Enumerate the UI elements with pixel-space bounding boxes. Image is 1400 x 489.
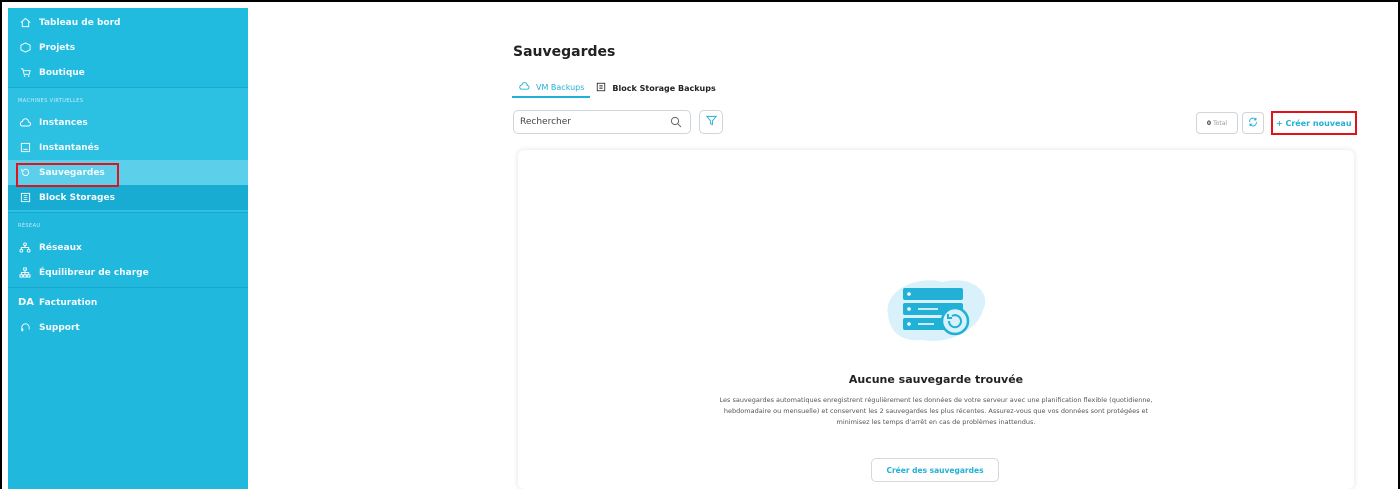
search-icon[interactable] (670, 116, 682, 131)
sidebar-top-group: Tableau de bord Projets Boutique (8, 8, 248, 87)
sidebar-item-block-storages[interactable]: Block Storages (8, 185, 248, 210)
load-balancer-icon (18, 266, 32, 280)
tab-vm-backups[interactable]: VM Backups (512, 78, 591, 98)
tab-bar: VM Backups Block Storage Backups (512, 78, 722, 100)
sidebar-item-label: Instances (39, 117, 88, 128)
tab-label: Block Storage Backups (612, 83, 716, 93)
home-icon (18, 16, 32, 30)
total-label: Total (1213, 119, 1228, 127)
sidebar-item-label: Boutique (39, 67, 85, 78)
sidebar-item-shop[interactable]: Boutique (8, 60, 248, 85)
storage-icon (18, 191, 32, 205)
sidebar-item-billing[interactable]: DA Facturation (8, 290, 248, 315)
tab-block-storage-backups[interactable]: Block Storage Backups (590, 78, 721, 98)
empty-state-title: Aucune sauvegarde trouvée (848, 373, 1024, 386)
snapshot-icon (18, 141, 32, 155)
sidebar-item-label: Équilibreur de charge (39, 267, 149, 278)
filter-button[interactable] (699, 110, 723, 134)
sidebar-item-label: Instantanés (39, 142, 100, 153)
create-backups-button[interactable]: Créer des sauvegardes (871, 458, 999, 482)
headset-icon (18, 321, 32, 335)
backup-icon (18, 166, 32, 180)
storage-icon (596, 82, 606, 95)
tab-label: VM Backups (536, 82, 585, 92)
projects-icon (18, 41, 32, 55)
search-box (513, 110, 691, 134)
empty-state-card: Aucune sauvegarde trouvée Les sauvegarde… (518, 150, 1354, 489)
sidebar-item-label: Block Storages (39, 192, 115, 203)
sidebar-item-label: Projets (39, 42, 76, 53)
sidebar-item-label: Tableau de bord (39, 17, 121, 28)
sidebar-item-support[interactable]: Support (8, 315, 248, 340)
sidebar-item-dashboard[interactable]: Tableau de bord (8, 10, 248, 35)
refresh-button[interactable] (1242, 112, 1264, 134)
create-new-button[interactable]: + Créer nouveau (1272, 112, 1356, 134)
refresh-icon (1248, 117, 1258, 130)
sidebar-item-instances[interactable]: Instances (8, 110, 248, 135)
filter-icon (705, 115, 717, 129)
page-title: Sauvegardes (513, 44, 616, 60)
total-count-badge: 0 Total (1196, 112, 1238, 134)
sidebar-item-networks[interactable]: Réseaux (8, 235, 248, 260)
cart-icon (18, 66, 32, 80)
section-label-vm: MACHINES VIRTUELLES (18, 98, 84, 104)
sidebar-item-projects[interactable]: Projets (8, 35, 248, 60)
sidebar-item-label: Sauvegardes (39, 167, 105, 178)
sidebar-bottom-group: DA Facturation Support (8, 287, 248, 342)
empty-state-description: Les sauvegardes automatiques enregistren… (719, 396, 1153, 426)
sidebar-item-snapshots[interactable]: Instantanés (8, 135, 248, 160)
search-input[interactable] (520, 117, 660, 127)
sidebar-item-label: Réseaux (39, 242, 82, 253)
sidebar-item-load-balancer[interactable]: Équilibreur de charge (8, 260, 248, 285)
main-content: Sauvegardes VM Backups Block Storage Bac… (248, 0, 1398, 489)
sidebar: Tableau de bord Projets Boutique MACHINE… (8, 8, 248, 489)
network-icon (18, 241, 32, 255)
cloud-icon (18, 116, 32, 130)
sidebar-item-label: Support (39, 322, 80, 333)
billing-badge: DA (18, 297, 35, 308)
section-label-network: RÉSEAU (18, 223, 41, 229)
sidebar-item-label: Facturation (39, 297, 98, 308)
sidebar-network-group: RÉSEAU Réseaux Équilibreur de charge (8, 212, 248, 287)
sidebar-item-backups[interactable]: Sauvegardes (8, 160, 248, 185)
backup-server-illustration (868, 270, 998, 350)
cloud-icon (518, 81, 530, 94)
total-count: 0 (1206, 119, 1212, 127)
sidebar-vm-group: MACHINES VIRTUELLES Instances Instantané… (8, 87, 248, 212)
